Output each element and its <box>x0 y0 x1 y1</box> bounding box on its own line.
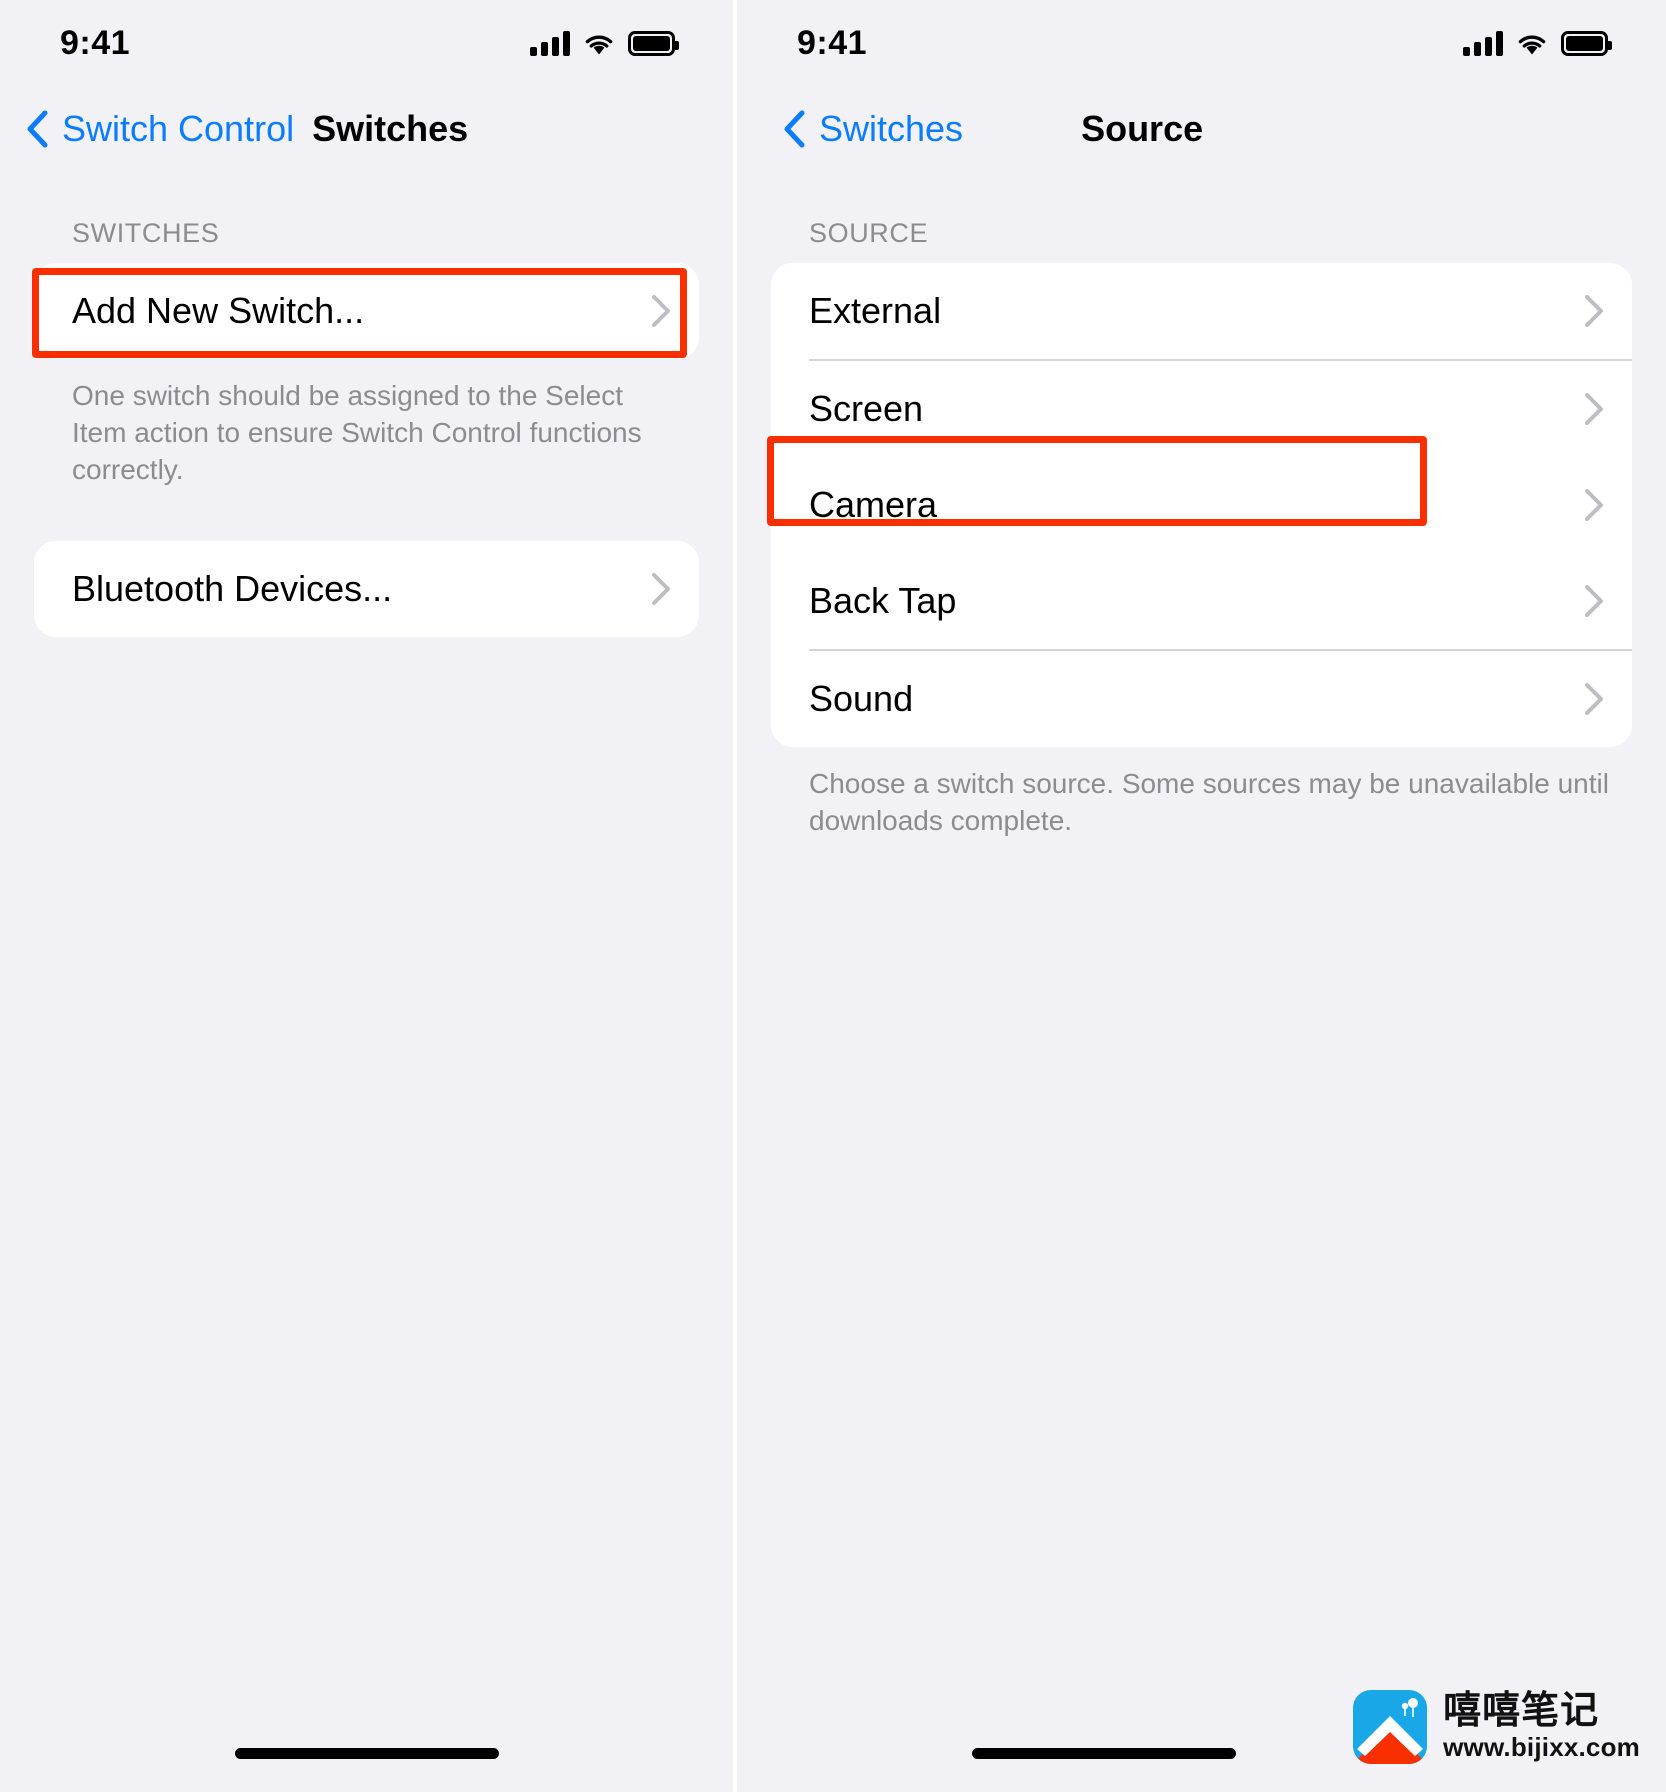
right-phone-screen: 9:41 Switches Source SOURCE External Scr… <box>737 0 1666 1792</box>
footnote-switches: One switch should be assigned to the Sel… <box>72 380 642 486</box>
navigation-bar-left: Switch Control Switches <box>0 86 733 172</box>
switches-card: Add New Switch... <box>34 263 699 359</box>
chevron-right-icon <box>652 295 670 327</box>
page-title-source: Source <box>1081 108 1204 149</box>
status-bar-icons <box>1463 30 1612 56</box>
row-label: Sound <box>809 678 914 719</box>
chevron-right-icon <box>1585 489 1603 521</box>
row-camera[interactable]: Camera <box>771 457 1632 553</box>
chevron-left-icon <box>784 110 805 148</box>
row-sound[interactable]: Sound <box>771 651 1632 747</box>
section-header-switches: SWITCHES <box>72 218 220 248</box>
right-panel-content: SOURCE External Screen Camera Back Tap S… <box>737 172 1666 839</box>
battery-icon <box>1561 30 1612 56</box>
status-bar-right: 9:41 <box>737 0 1666 86</box>
page-title-switches: Switches <box>312 108 469 149</box>
back-button-switch-control[interactable]: Switch Control <box>26 108 294 150</box>
row-label: Bluetooth Devices... <box>72 567 393 609</box>
cellular-signal-icon <box>1463 30 1503 56</box>
chevron-right-icon <box>1585 295 1603 327</box>
left-phone-screen: 9:41 Switch Control Switches SWITCHES Ad… <box>0 0 733 1792</box>
chevron-right-icon <box>1585 393 1603 425</box>
watermark-name: 嘻嘻笔记 <box>1443 1687 1600 1732</box>
watermark-url: www.bijixx.com <box>1443 1732 1640 1763</box>
row-bluetooth-devices[interactable]: Bluetooth Devices... <box>34 540 699 637</box>
chevron-left-icon <box>27 110 48 148</box>
navigation-bar-right: Switches Source <box>737 86 1666 172</box>
row-back-tap[interactable]: Back Tap <box>771 553 1632 649</box>
battery-icon <box>628 30 679 56</box>
home-indicator <box>234 1748 499 1759</box>
bluetooth-card: Bluetooth Devices... <box>34 540 699 637</box>
row-screen[interactable]: Screen <box>771 361 1632 457</box>
status-bar-icons <box>530 30 679 56</box>
dual-screenshot-container: 9:41 Switch Control Switches SWITCHES Ad… <box>0 0 1666 1792</box>
status-bar-clock: 9:41 <box>60 23 131 62</box>
source-card: External Screen Camera Back Tap Sound <box>771 263 1632 747</box>
back-button-label: Switches <box>819 108 964 149</box>
wifi-icon <box>585 35 613 54</box>
home-indicator <box>971 1748 1236 1759</box>
chevron-right-icon <box>652 572 670 605</box>
row-label: Screen <box>809 388 924 429</box>
watermark: 嘻嘻笔记 www.bijixx.com <box>1353 1690 1640 1764</box>
cellular-signal-icon <box>530 30 570 56</box>
status-bar-clock: 9:41 <box>797 23 868 62</box>
row-add-new-switch[interactable]: Add New Switch... <box>34 263 699 359</box>
bijixx-logo-icon <box>1353 1690 1428 1764</box>
footnote-source: Choose a switch source. Some sources may… <box>809 768 1609 837</box>
section-header-source: SOURCE <box>809 218 929 248</box>
back-button-switches[interactable]: Switches <box>783 108 963 150</box>
wifi-icon <box>1518 35 1546 54</box>
back-button-label: Switch Control <box>62 108 295 149</box>
row-label: Camera <box>809 484 938 525</box>
chevron-right-icon <box>1585 683 1603 715</box>
left-panel-content: SWITCHES Add New Switch... One switch sh… <box>0 172 733 637</box>
row-label: External <box>809 290 942 331</box>
status-bar-left: 9:41 <box>0 0 733 86</box>
row-external[interactable]: External <box>771 263 1632 359</box>
chevron-right-icon <box>1585 585 1603 617</box>
row-label: Back Tap <box>809 580 957 621</box>
row-label: Add New Switch... <box>72 290 365 331</box>
watermark-text: 嘻嘻笔记 www.bijixx.com <box>1443 1687 1640 1764</box>
